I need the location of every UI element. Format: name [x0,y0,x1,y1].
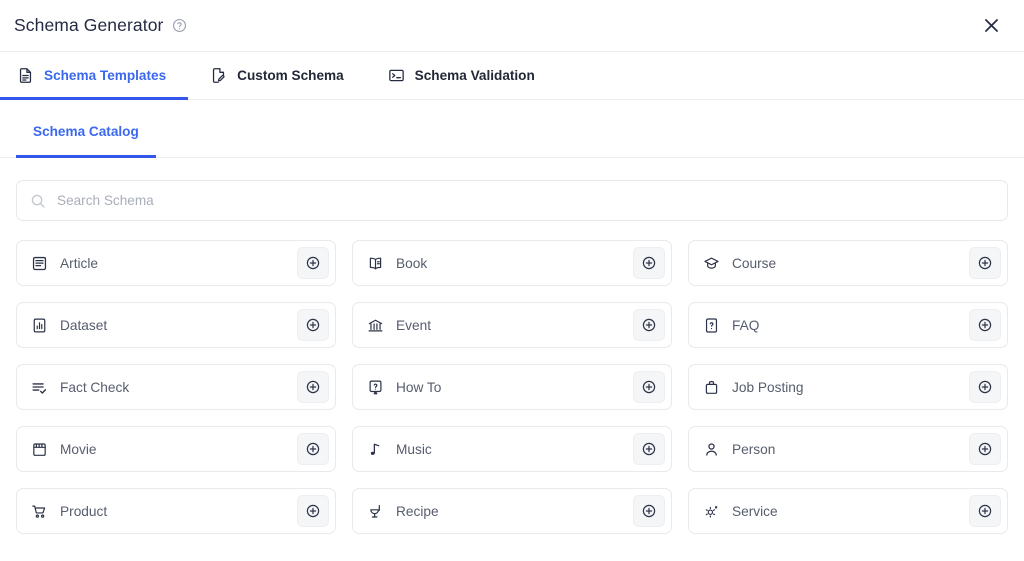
page-title: Schema Generator [14,15,163,36]
music-note-icon [366,440,384,458]
add-schema-button[interactable] [969,309,1001,341]
schema-card-label: Course [732,256,969,271]
tab-label: Schema Templates [44,68,166,83]
open-book-icon [366,254,384,272]
add-schema-button[interactable] [969,371,1001,403]
schema-card-label: How To [396,380,633,395]
schema-card-label: FAQ [732,318,969,333]
list-check-icon [30,378,48,396]
schema-card-label: Event [396,318,633,333]
schema-card-movie[interactable]: Movie [16,426,336,472]
tab-custom-schema[interactable]: Custom Schema [188,52,366,99]
subtab-schema-catalog[interactable]: Schema Catalog [16,106,156,157]
subtab-label: Schema Catalog [33,124,139,139]
article-lines-icon [30,254,48,272]
add-schema-button[interactable] [297,371,329,403]
schema-card-label: Service [732,504,969,519]
schema-card-music[interactable]: Music [352,426,672,472]
dialog-body: Article Book [0,158,1024,561]
add-schema-button[interactable] [633,309,665,341]
terminal-icon [388,67,405,84]
user-icon [702,440,720,458]
add-schema-button[interactable] [969,433,1001,465]
schema-card-product[interactable]: Product [16,488,336,534]
add-schema-button[interactable] [297,433,329,465]
add-schema-button[interactable] [969,247,1001,279]
tab-label: Custom Schema [237,68,344,83]
schema-card-dataset[interactable]: Dataset [16,302,336,348]
close-icon[interactable] [978,13,1004,39]
schema-card-label: Book [396,256,633,271]
search-input[interactable] [57,193,994,208]
schema-card-label: Music [396,442,633,457]
search-icon [30,193,46,209]
landmark-icon [366,316,384,334]
graduation-cap-icon [702,254,720,272]
schema-card-book[interactable]: Book [352,240,672,286]
search-bar[interactable] [16,180,1008,221]
help-square-icon [366,378,384,396]
schema-card-person[interactable]: Person [688,426,1008,472]
schema-card-label: Article [60,256,297,271]
add-schema-button[interactable] [633,371,665,403]
main-tabs: Schema Templates Custom Schema Schem [0,52,1024,100]
add-schema-button[interactable] [633,433,665,465]
schema-card-faq[interactable]: FAQ [688,302,1008,348]
schema-generator-dialog: Schema Generator Schema [0,0,1024,561]
briefcase-icon [702,378,720,396]
schema-card-service[interactable]: Service [688,488,1008,534]
tab-schema-templates[interactable]: Schema Templates [0,52,188,99]
schema-card-label: Movie [60,442,297,457]
schema-card-label: Fact Check [60,380,297,395]
add-schema-button[interactable] [633,247,665,279]
schema-card-fact-check[interactable]: Fact Check [16,364,336,410]
schema-catalog-grid: Article Book [16,240,1008,534]
schema-card-how-to[interactable]: How To [352,364,672,410]
question-box-icon [702,316,720,334]
add-schema-button[interactable] [969,495,1001,527]
chef-cooking-icon [366,502,384,520]
sub-tabs: Schema Catalog [0,106,1024,158]
bar-chart-box-icon [30,316,48,334]
schema-card-recipe[interactable]: Recipe [352,488,672,534]
schema-card-course[interactable]: Course [688,240,1008,286]
add-schema-button[interactable] [297,309,329,341]
schema-card-event[interactable]: Event [352,302,672,348]
schema-card-job-posting[interactable]: Job Posting [688,364,1008,410]
shopping-cart-icon [30,502,48,520]
schema-card-label: Recipe [396,504,633,519]
tab-label: Schema Validation [415,68,535,83]
clapperboard-icon [30,440,48,458]
file-pencil-icon [210,67,227,84]
add-schema-button[interactable] [297,495,329,527]
add-schema-button[interactable] [297,247,329,279]
tab-schema-validation[interactable]: Schema Validation [366,52,557,99]
schema-card-label: Product [60,504,297,519]
gear-sparkle-icon [702,502,720,520]
schema-card-article[interactable]: Article [16,240,336,286]
add-schema-button[interactable] [633,495,665,527]
schema-card-label: Dataset [60,318,297,333]
document-text-icon [17,67,34,84]
help-circle-icon[interactable] [172,18,187,33]
dialog-header: Schema Generator [0,0,1024,52]
schema-card-label: Job Posting [732,380,969,395]
schema-card-label: Person [732,442,969,457]
